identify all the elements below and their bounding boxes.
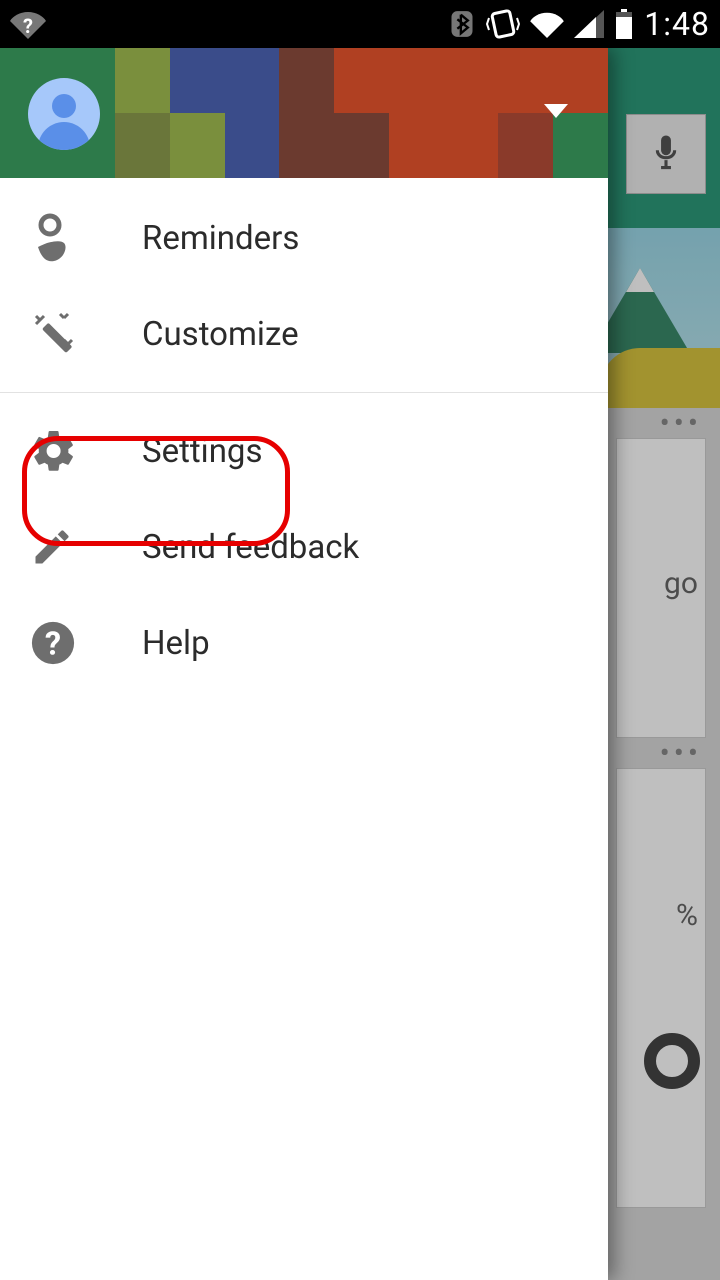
menu-item-label: Settings [142, 432, 263, 471]
menu-item-settings[interactable]: Settings [0, 403, 608, 499]
vibrate-icon [486, 8, 520, 40]
menu-item-label: Reminders [142, 219, 299, 258]
status-left: ? [10, 9, 46, 39]
drawer-menu: Reminders Customize Settings [0, 178, 608, 691]
touch-app-icon [30, 213, 76, 263]
chevron-down-icon [544, 104, 568, 118]
menu-item-reminders[interactable]: Reminders [0, 190, 608, 286]
menu-divider [0, 392, 608, 393]
menu-item-label: Help [142, 624, 210, 663]
menu-item-label: Send feedback [142, 528, 359, 567]
cellular-signal-icon [574, 10, 604, 38]
navigation-drawer: Reminders Customize Settings [0, 48, 608, 1280]
wifi-unknown-icon: ? [10, 9, 46, 39]
svg-text:?: ? [45, 625, 61, 663]
gear-icon [30, 427, 78, 475]
svg-text:?: ? [23, 14, 33, 38]
status-right: 1:48 [448, 5, 710, 43]
menu-item-label: Customize [142, 315, 299, 354]
bluetooth-icon [448, 8, 476, 40]
help-icon: ? [30, 620, 76, 666]
menu-item-help[interactable]: ? Help [0, 595, 608, 691]
magic-wand-icon [30, 310, 78, 358]
status-bar: ? 1:48 [0, 0, 720, 48]
status-clock: 1:48 [644, 5, 710, 43]
wifi-icon [530, 10, 564, 38]
avatar [28, 78, 100, 150]
menu-item-send-feedback[interactable]: Send feedback [0, 499, 608, 595]
battery-icon [614, 9, 634, 39]
pencil-icon [30, 525, 74, 569]
drawer-account-header[interactable] [0, 48, 608, 178]
menu-item-customize[interactable]: Customize [0, 286, 608, 382]
